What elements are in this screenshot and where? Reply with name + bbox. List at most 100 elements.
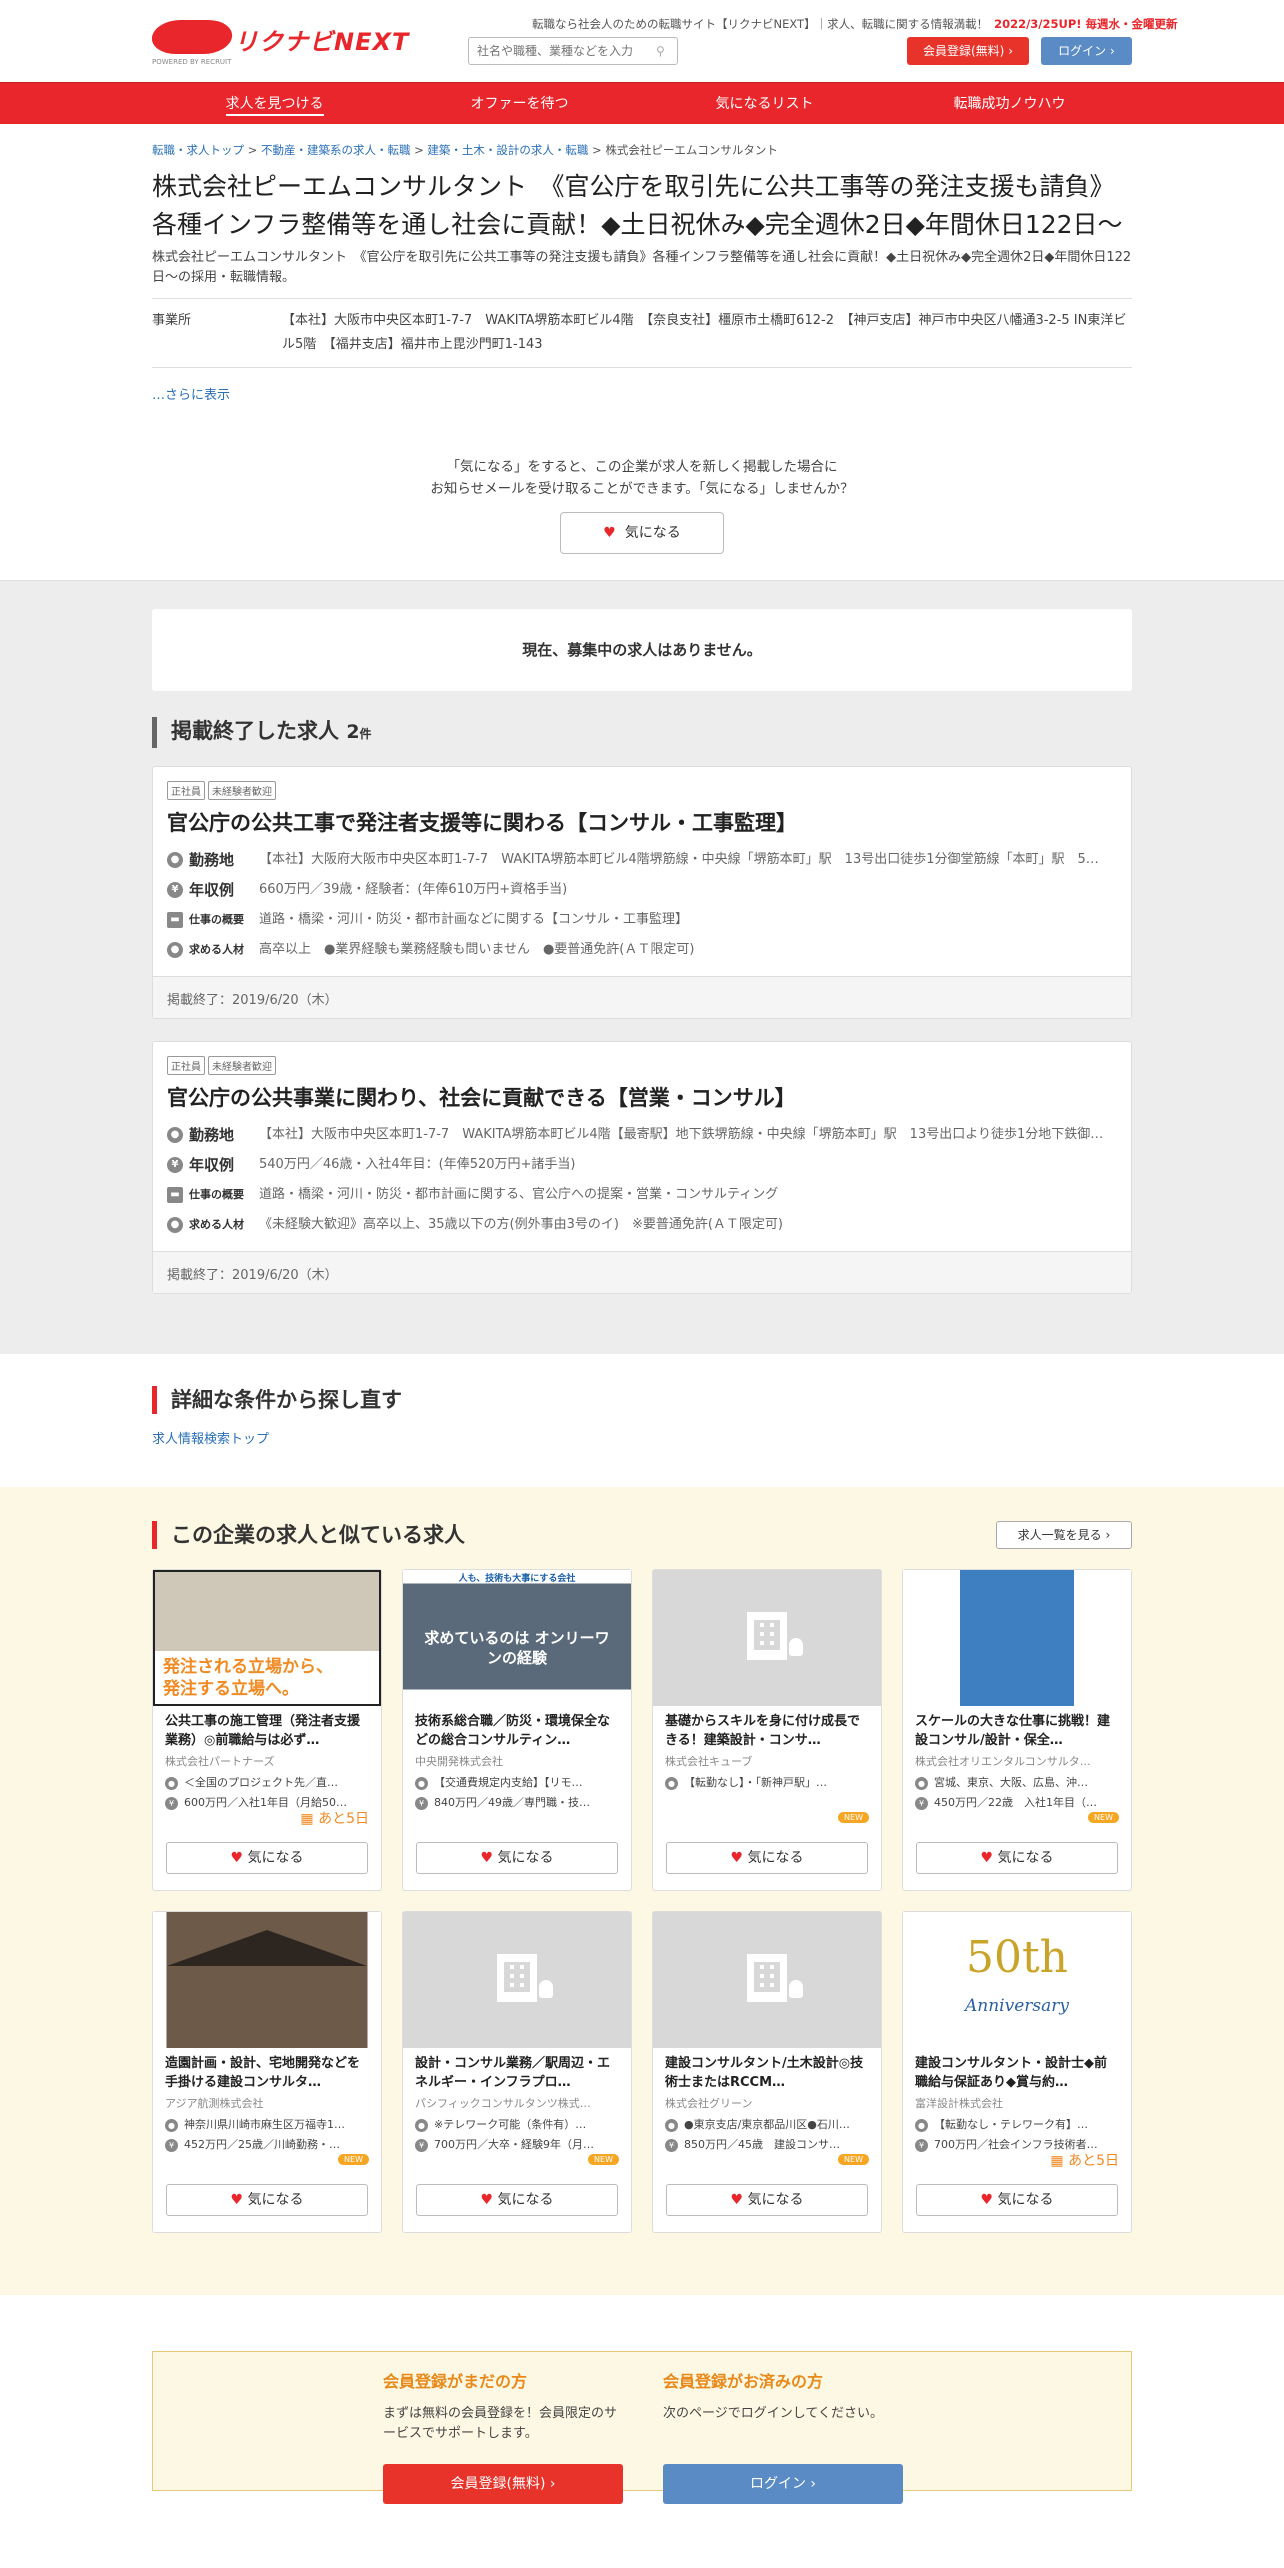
similar-job-card[interactable]: 建設コンサルタント/土木設計◎技術士またはRCCM… 株式会社グリーン ● ●東京支店… bbox=[652, 1911, 882, 2233]
update-notice: 2022/3/25UP! 毎週水・金曜更新 bbox=[994, 17, 1178, 31]
placeholder-building-icon bbox=[653, 1570, 881, 1706]
similar-jobs-heading: この企業の求人と似ている求人 bbox=[152, 1521, 1132, 1549]
yen-icon: ¥ bbox=[915, 2138, 928, 2152]
nav-label: 求人を見つける bbox=[225, 96, 324, 116]
card-favorite-button[interactable]: ♥ 気になる bbox=[916, 1842, 1118, 1874]
job-card[interactable]: 正社員 未経験者歓迎 官公庁の公共工事で発注者支援等に関わる【コンサル・工事監理】… bbox=[152, 766, 1132, 1019]
nav-favorites[interactable]: 気になるリスト bbox=[642, 83, 887, 125]
closed-jobs-title: 掲載終了した求人 bbox=[171, 719, 339, 743]
job-photo bbox=[903, 1570, 1131, 1706]
heart-icon: ♥ bbox=[730, 2192, 744, 2208]
job-tag: 未経験者歓迎 bbox=[208, 1056, 276, 1075]
new-badge: NEW bbox=[1088, 1812, 1119, 1823]
card-company: 株式会社パートナーズ bbox=[165, 1755, 275, 1768]
card-favorite-button[interactable]: ♥ 気になる bbox=[916, 2184, 1118, 2216]
job-location: 【本社】大阪市中央区本町1-7-7 WAKITA堺筋本町ビル4階【最寄駅】地下鉄… bbox=[259, 1127, 1104, 1142]
bottom-login-button[interactable]: ログイン › bbox=[663, 2464, 903, 2504]
similar-job-card[interactable]: 50th Anniversary 建設コンサルタント・設計士◆前職給与保証あり◆賞与… bbox=[902, 1911, 1132, 2233]
card-title[interactable]: 設計・コンサル業務／駅周辺・エネルギー・インフラプロ… bbox=[415, 2054, 619, 2092]
breadcrumb-link[interactable]: 建築・土木・設計の求人・転職 bbox=[427, 143, 588, 157]
card-title[interactable]: 建設コンサルタント・設計士◆前職給与保証あり◆賞与約… bbox=[915, 2054, 1119, 2092]
yen-icon: ¥ bbox=[167, 882, 183, 898]
job-summary: 道路・橋梁・河川・防災・都市計画などに関する【コンサル・工事監理】 bbox=[259, 912, 689, 927]
job-field-label: 年収例 bbox=[189, 881, 235, 899]
job-title[interactable]: 官公庁の公共事業に関わり、社会に貢献できる【営業・コンサル】 bbox=[167, 1083, 1117, 1113]
bottom-register-button[interactable]: 会員登録(無料) › bbox=[383, 2464, 623, 2504]
search-input[interactable] bbox=[468, 37, 678, 65]
search-icon[interactable]: ⚲ bbox=[656, 44, 668, 58]
job-list-button[interactable]: 求人一覧を見る › bbox=[996, 1521, 1132, 1549]
job-search-top-link[interactable]: 求人情報検索トップ bbox=[152, 1432, 269, 1447]
job-title[interactable]: 官公庁の公共工事で発注者支援等に関わる【コンサル・工事監理】 bbox=[167, 808, 1117, 838]
card-title[interactable]: スケールの大きな仕事に挑戦！建設コンサル/設計・保全… bbox=[915, 1712, 1119, 1750]
card-favorite-button[interactable]: ♥ 気になる bbox=[416, 1842, 618, 1874]
detail-search-section: 詳細な条件から探し直す 求人情報検索トップ bbox=[152, 1354, 1132, 1487]
similar-jobs-grid: 発注される立場から、 発注する立場へ。 公共工事の施工管理（発注者支援業務）◎前職給… bbox=[152, 1569, 1132, 2233]
logo-text: リクナビNEXT bbox=[234, 28, 410, 56]
yen-icon: ¥ bbox=[165, 2138, 178, 2152]
site-header: リクナビNEXT POWERED BY RECRUIT 転職なら社会人のための転… bbox=[149, 0, 1178, 82]
show-more-link[interactable]: …さらに表示 bbox=[152, 388, 230, 403]
company-section: 転職・求人トップ > 不動産・建築系の求人・転職 > 建築・土木・設計の求人・転… bbox=[152, 124, 1132, 554]
placeholder-building-icon bbox=[403, 1912, 631, 2048]
login-button[interactable]: ログイン › bbox=[1041, 37, 1132, 65]
no-open-jobs: 現在、募集中の求人はありません。 bbox=[152, 609, 1132, 691]
favorite-label: 気になる bbox=[997, 1850, 1054, 1866]
main-nav: 求人を見つける オファーを待つ 気になるリスト 転職成功ノウハウ bbox=[0, 82, 1284, 124]
card-company: 株式会社キューブ bbox=[665, 1755, 753, 1768]
favorite-label: 気になる bbox=[497, 1850, 554, 1866]
card-favorite-button[interactable]: ♥ 気になる bbox=[666, 2184, 868, 2216]
card-title[interactable]: 公共工事の施工管理（発注者支援業務）◎前職給与は必ず… bbox=[165, 1712, 369, 1750]
bottom-register-label: 会員登録(無料) bbox=[450, 2476, 546, 2492]
card-favorite-button[interactable]: ♥ 気になる bbox=[166, 1842, 368, 1874]
unregistered-heading: 会員登録がまだの方 bbox=[383, 2372, 528, 2391]
similar-job-card[interactable]: スケールの大きな仕事に挑戦！建設コンサル/設計・保全… 株式会社オリエンタルコンサ… bbox=[902, 1569, 1132, 1891]
closed-jobs-unit: 件 bbox=[359, 727, 372, 741]
breadcrumb-link[interactable]: 転職・求人トップ bbox=[152, 143, 244, 157]
card-title[interactable]: 技術系総合職／防災・環境保全などの総合コンサルティン… bbox=[415, 1712, 619, 1750]
similar-job-card[interactable]: 造園計画・設計、宅地開発などを手掛ける建設コンサルタ… アジア航測株式会社 ● 神奈川… bbox=[152, 1911, 382, 2233]
favorite-label: 気になる bbox=[247, 2192, 304, 2208]
location-pin-icon: ● bbox=[415, 2118, 428, 2132]
job-card[interactable]: 正社員 未経験者歓迎 官公庁の公共事業に関わり、社会に貢献できる【営業・コンサル】… bbox=[152, 1041, 1132, 1294]
card-favorite-button[interactable]: ♥ 気になる bbox=[166, 2184, 368, 2216]
card-title[interactable]: 建設コンサルタント/土木設計◎技術士またはRCCM… bbox=[665, 2054, 869, 2092]
person-icon: ● bbox=[167, 1217, 183, 1233]
similar-job-card[interactable]: 人も、技術も大事にする会社 求めているのは オンリーワンの経験 技術系総合職／防災・… bbox=[402, 1569, 632, 1891]
favorite-label: 気になる bbox=[747, 2192, 804, 2208]
placeholder-building-icon bbox=[653, 1912, 881, 2048]
new-badge: NEW bbox=[838, 1812, 869, 1823]
card-favorite-button[interactable]: ♥ 気になる bbox=[666, 1842, 868, 1874]
card-location: ＜全国のプロジェクト先／直… bbox=[184, 1776, 338, 1789]
breadcrumb-link[interactable]: 不動産・建築系の求人・転職 bbox=[261, 143, 411, 157]
job-summary: 道路・橋梁・河川・防災・都市計画に関する、官公庁への提案・営業・コンサルティング bbox=[259, 1187, 779, 1202]
job-photo bbox=[153, 1912, 381, 2048]
job-end-date: 掲載終了：2019/6/20（木） bbox=[153, 976, 1131, 1018]
favorite-company-button[interactable]: ♥ 気になる bbox=[560, 512, 724, 554]
briefcase-icon: ▬ bbox=[167, 912, 183, 928]
job-photo: 50th Anniversary bbox=[903, 1912, 1131, 2048]
job-field-label: 年収例 bbox=[189, 1156, 235, 1174]
job-location: 【本社】大阪府大阪市中央区本町1-7-7 WAKITA堺筋本町ビル4階堺筋線・中… bbox=[259, 852, 1099, 867]
card-location: 神奈川県川崎市麻生区万福寺1… bbox=[184, 2118, 345, 2131]
nav-offers[interactable]: オファーを待つ bbox=[397, 83, 642, 125]
nav-knowhow[interactable]: 転職成功ノウハウ bbox=[887, 83, 1132, 125]
card-title[interactable]: 造園計画・設計、宅地開発などを手掛ける建設コンサルタ… bbox=[165, 2054, 369, 2092]
member-section: 会員登録がまだの方 まずは無料の会員登録を！会員限定のサービスでサポートします。… bbox=[152, 2295, 1132, 2504]
register-button[interactable]: 会員登録(無料) › bbox=[907, 37, 1029, 65]
photo-caption: 求めているのは オンリーワンの経験 bbox=[424, 1629, 610, 1667]
job-tag: 正社員 bbox=[167, 1056, 205, 1075]
logo[interactable]: リクナビNEXT POWERED BY RECRUIT bbox=[149, 18, 408, 66]
jobs-section: 現在、募集中の求人はありません。 掲載終了した求人 2件 正社員 未経験者歓迎 官… bbox=[0, 580, 1284, 1354]
photo-caption: 50th bbox=[965, 1932, 1068, 1983]
registered-heading: 会員登録がお済みの方 bbox=[663, 2372, 824, 2391]
similar-job-card[interactable]: 設計・コンサル業務／駅周辺・エネルギー・インフラプロ… パシフィックコンサルタンツ… bbox=[402, 1911, 632, 2233]
card-title[interactable]: 基礎からスキルを身に付け成長できる！建築設計・コンサ… bbox=[665, 1712, 869, 1750]
new-badge: NEW bbox=[338, 2154, 369, 2165]
similar-job-card[interactable]: 基礎からスキルを身に付け成長できる！建築設計・コンサ… 株式会社キューブ ● 【転勤な… bbox=[652, 1569, 882, 1891]
card-favorite-button[interactable]: ♥ 気になる bbox=[416, 2184, 618, 2216]
nav-find-jobs[interactable]: 求人を見つける bbox=[152, 83, 397, 125]
favorite-note: 「気になる」をすると、この企業が求人を新しく掲載した場合に お知らせメールを受け取… bbox=[152, 456, 1132, 500]
similar-job-card[interactable]: 発注される立場から、 発注する立場へ。 公共工事の施工管理（発注者支援業務）◎前職給… bbox=[152, 1569, 382, 1891]
page-title: 株式会社ピーエムコンサルタント 《官公庁を取引先に公共工事等の発注支援も請負》各… bbox=[152, 172, 1123, 239]
